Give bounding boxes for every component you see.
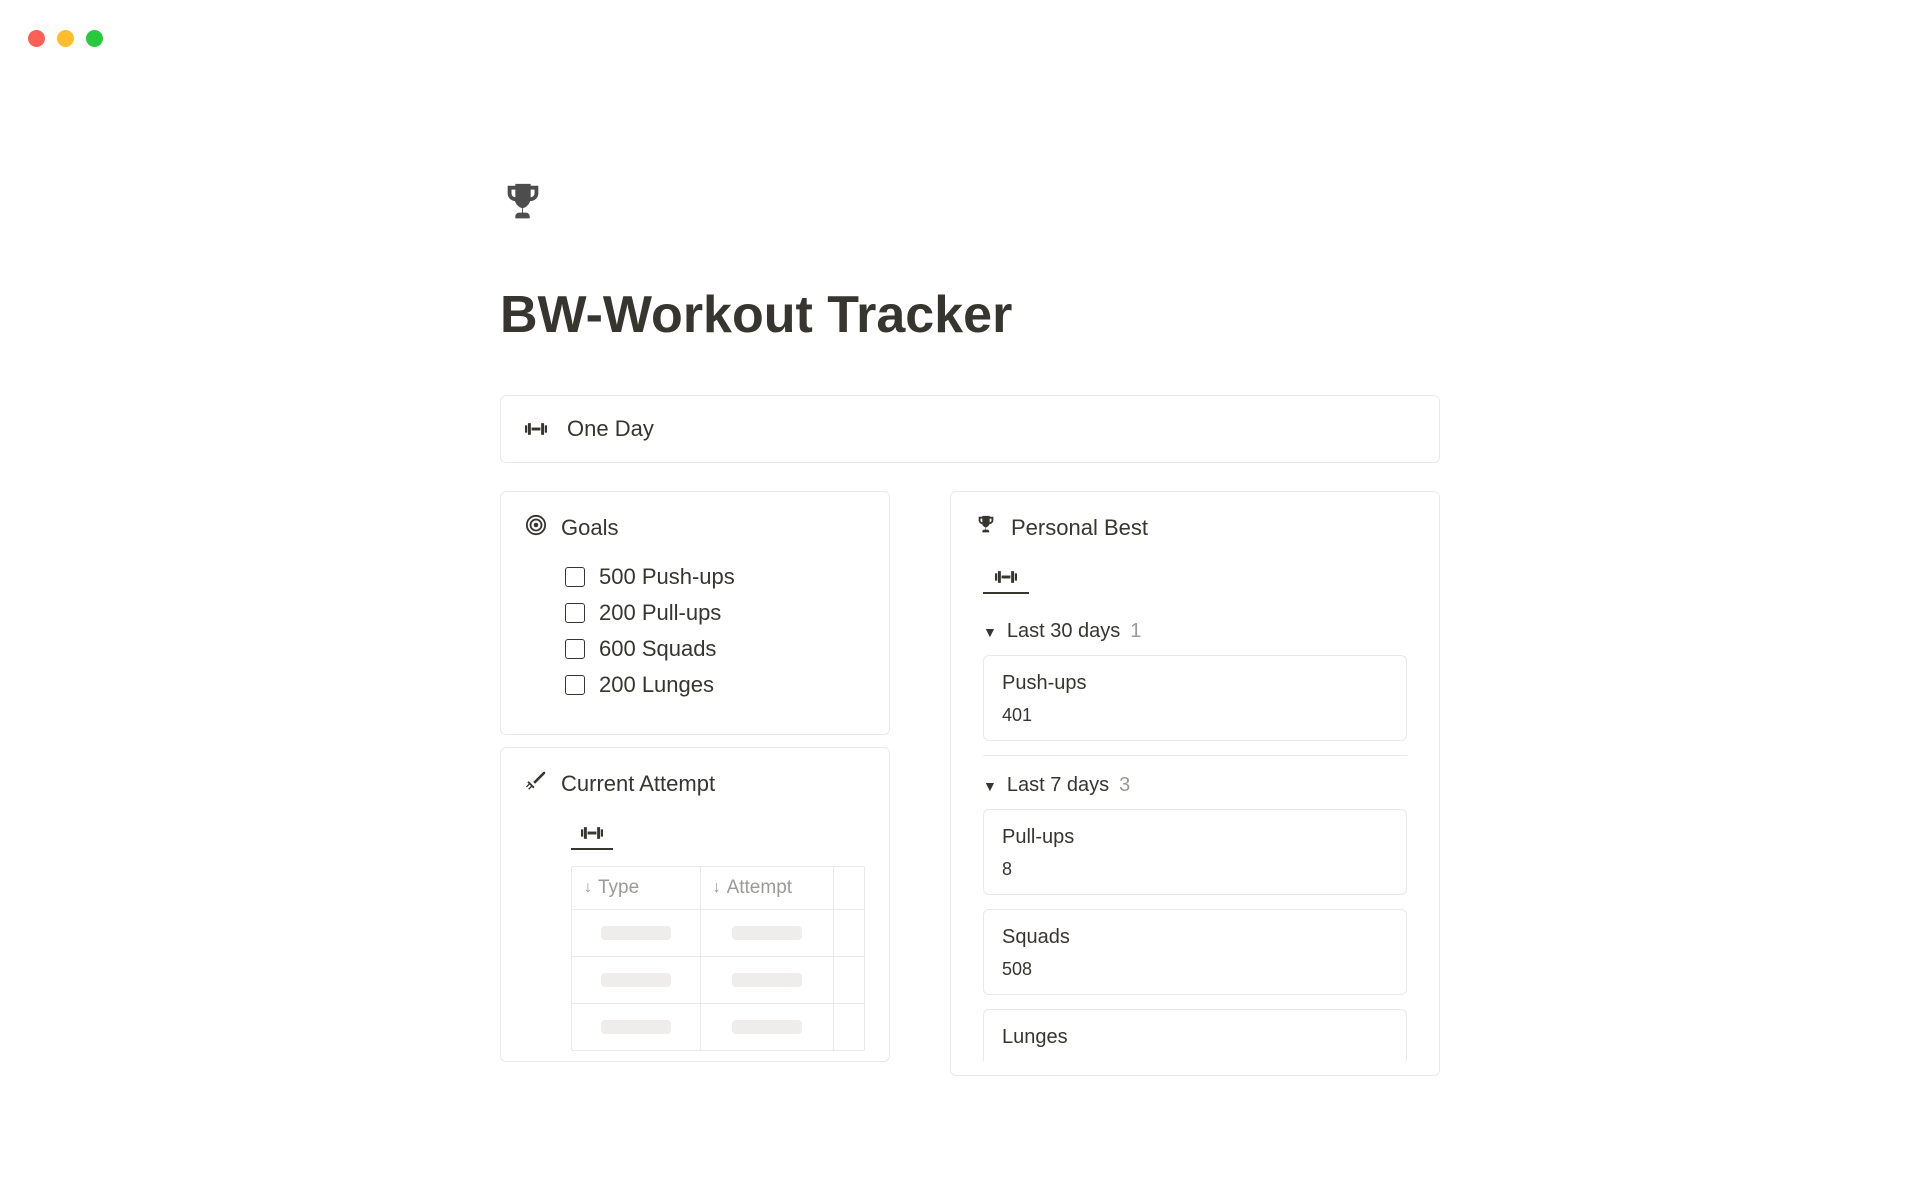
table-row[interactable]: [572, 1004, 864, 1050]
goals-checklist: 500 Push-ups 200 Pull-ups 600 Squads 200…: [525, 564, 865, 698]
triangle-down-icon: ▼: [983, 778, 997, 794]
personal-best-card: Personal Best ▼ Last 30 days 1 Push-ups …: [950, 491, 1440, 1076]
window-traffic-lights: [28, 30, 103, 47]
pb-entry[interactable]: Pull-ups 8: [983, 809, 1407, 895]
goal-item[interactable]: 600 Squads: [565, 636, 865, 662]
goals-heading[interactable]: Goals: [525, 514, 865, 542]
current-attempt-card: Current Attempt ↓Type ↓Attempt: [500, 747, 890, 1062]
group-last-7-days[interactable]: ▼ Last 7 days 3: [983, 774, 1415, 797]
current-attempt-tab[interactable]: [571, 820, 613, 850]
callout-one-day[interactable]: One Day: [500, 395, 1440, 463]
group-last-30-days[interactable]: ▼ Last 30 days 1: [983, 620, 1415, 643]
table-row[interactable]: [572, 910, 864, 957]
close-window-button[interactable]: [28, 30, 45, 47]
page-content: BW-Workout Tracker One Day Goals 500 Pus…: [500, 180, 1440, 1088]
dumbbell-icon: [995, 570, 1017, 584]
sort-down-icon: ↓: [713, 879, 721, 897]
dumbbell-icon: [525, 422, 547, 436]
goal-item[interactable]: 200 Lunges: [565, 672, 865, 698]
pb-entry[interactable]: Squads 508: [983, 909, 1407, 995]
col-extra[interactable]: [834, 867, 864, 909]
trophy-icon: [975, 514, 997, 542]
col-type[interactable]: ↓Type: [572, 867, 701, 909]
checkbox[interactable]: [565, 567, 585, 587]
goals-card: Goals 500 Push-ups 200 Pull-ups 600 Squa…: [500, 491, 890, 735]
table-header-row: ↓Type ↓Attempt: [572, 867, 864, 910]
dumbbell-icon: [581, 826, 603, 840]
goal-item[interactable]: 500 Push-ups: [565, 564, 865, 590]
divider: [983, 755, 1407, 756]
goal-item[interactable]: 200 Pull-ups: [565, 600, 865, 626]
col-attempt[interactable]: ↓Attempt: [701, 867, 835, 909]
checkbox[interactable]: [565, 639, 585, 659]
current-attempt-table: ↓Type ↓Attempt: [571, 866, 865, 1051]
maximize-window-button[interactable]: [86, 30, 103, 47]
pb-entry[interactable]: Push-ups 401: [983, 655, 1407, 741]
minimize-window-button[interactable]: [57, 30, 74, 47]
personal-best-heading[interactable]: Personal Best: [975, 514, 1415, 542]
table-row[interactable]: [572, 957, 864, 1004]
checkbox[interactable]: [565, 675, 585, 695]
page-icon-trophy[interactable]: [500, 180, 1440, 231]
callout-label: One Day: [567, 416, 654, 442]
sword-icon: [525, 770, 547, 798]
current-attempt-heading[interactable]: Current Attempt: [525, 770, 865, 798]
target-icon: [525, 514, 547, 542]
checkbox[interactable]: [565, 603, 585, 623]
personal-best-tab[interactable]: [983, 564, 1029, 594]
sort-down-icon: ↓: [584, 879, 592, 897]
page-title[interactable]: BW-Workout Tracker: [500, 285, 1440, 345]
pb-entry[interactable]: Lunges: [983, 1009, 1407, 1061]
triangle-down-icon: ▼: [983, 624, 997, 640]
